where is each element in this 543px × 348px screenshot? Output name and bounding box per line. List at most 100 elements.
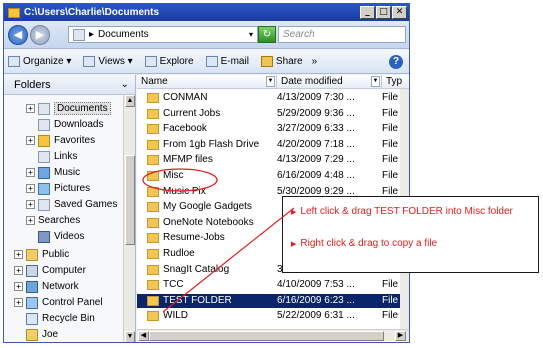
nav-scroll-thumb[interactable]	[125, 155, 135, 245]
tree-item[interactable]: Downloads	[26, 117, 103, 132]
tree-item[interactable]: + Pictures	[26, 181, 90, 196]
saved-games-icon	[38, 198, 50, 211]
address-field[interactable]: ▸ Documents ▾	[68, 26, 258, 43]
expand-icon[interactable]: +	[26, 200, 35, 209]
address-bar: ◀ ▶ ▸ Documents ▾ ↻ Search	[4, 21, 409, 49]
file-row[interactable]: TCC 4/10/2009 7:53 ... File	[137, 278, 400, 292]
tree-item[interactable]: + Saved Games	[26, 197, 117, 212]
column-type[interactable]: Typ	[382, 75, 409, 89]
file-row[interactable]: TEST FOLDER 6/16/2009 6:23 ... File	[137, 293, 400, 308]
file-row[interactable]: Facebook 3/27/2009 6:33 ... File	[137, 122, 400, 136]
chevron-down-icon[interactable]: ⌄	[121, 75, 129, 95]
help-button[interactable]: ?	[389, 54, 403, 69]
file-row[interactable]: Misc 6/16/2009 4:48 ... File	[137, 169, 400, 183]
name-filter-icon[interactable]: ▼	[266, 76, 275, 87]
title-bar[interactable]: C:\Users\Charlie\Documents _ □ ✕	[4, 4, 409, 21]
share-button[interactable]: Share »	[260, 56, 318, 67]
views-label: Views ▾	[98, 56, 133, 67]
videos-icon	[38, 230, 50, 243]
tree-item[interactable]: Joe	[14, 327, 58, 342]
documents-icon	[38, 102, 50, 115]
command-bar: Organize ▾ Views ▾ Explore E-mail Share …	[4, 50, 409, 74]
file-row[interactable]: WILD 5/22/2009 6:31 ... File	[137, 309, 400, 323]
tree-item[interactable]: + Music	[26, 165, 80, 180]
more-commands-icon[interactable]: »	[312, 56, 318, 67]
window-title: C:\Users\Charlie\Documents	[24, 7, 160, 18]
documents-icon	[73, 28, 85, 41]
organize-button[interactable]: Organize ▾	[8, 56, 71, 67]
scroll-up-icon[interactable]: ▲	[125, 95, 135, 107]
file-horizontal-scrollbar[interactable]: ◀ ▶	[137, 329, 409, 341]
folders-header[interactable]: Folders ⌄	[4, 75, 135, 95]
tree-item[interactable]: + Documents	[26, 101, 111, 116]
file-name: Music Pix	[163, 185, 206, 197]
expand-icon[interactable]: +	[14, 282, 23, 291]
back-button[interactable]: ◀	[8, 25, 28, 45]
expand-icon[interactable]: +	[26, 184, 35, 193]
expand-icon[interactable]: +	[14, 298, 23, 307]
file-date: 5/22/2009 6:31 ...	[277, 310, 355, 322]
tree-item[interactable]: + Public	[14, 247, 69, 262]
minimize-button[interactable]: _	[360, 6, 375, 19]
folder-icon	[147, 295, 159, 306]
scroll-down-icon[interactable]: ▼	[125, 331, 135, 342]
explore-button[interactable]: Explore	[144, 56, 194, 67]
file-row[interactable]: CONMAN 4/13/2009 7:30 ... File	[137, 91, 400, 105]
tree-item-label: Control Panel	[42, 297, 103, 308]
folder-icon	[147, 249, 159, 259]
file-type: File	[382, 170, 399, 181]
file-row[interactable]: Current Jobs 5/29/2009 9:36 ... File	[137, 107, 400, 121]
column-name[interactable]: Name ▼	[137, 75, 277, 89]
maximize-button[interactable]: □	[376, 6, 391, 19]
tree-item[interactable]: + Favorites	[26, 133, 95, 148]
expand-icon[interactable]: +	[14, 250, 23, 259]
tree-item[interactable]: Recycle Bin	[14, 311, 95, 326]
tree-item[interactable]: + Searches	[26, 213, 80, 228]
window-controls: _ □ ✕	[360, 6, 407, 19]
expand-icon[interactable]: +	[14, 266, 23, 275]
hscroll-thumb[interactable]	[149, 331, 384, 341]
file-date: 4/13/2009 7:29 ...	[277, 154, 355, 166]
email-button[interactable]: E-mail	[205, 56, 249, 67]
folder-icon	[147, 264, 159, 275]
file-name: SnagIt Catalog	[163, 263, 230, 275]
tree-item[interactable]: + Control Panel	[14, 295, 103, 310]
file-row[interactable]: MFMP files 4/13/2009 7:29 ... File	[137, 153, 400, 167]
expand-icon[interactable]: +	[26, 216, 35, 225]
file-date: 5/30/2009 9:29 ...	[277, 185, 355, 197]
refresh-button[interactable]: ↻	[258, 26, 276, 43]
share-icon	[260, 56, 273, 67]
folder-icon	[147, 233, 159, 244]
forward-button[interactable]: ▶	[30, 25, 50, 45]
file-name: Current Jobs	[163, 107, 221, 119]
close-button[interactable]: ✕	[392, 6, 407, 19]
tree-item-label: Computer	[42, 265, 86, 276]
explorer-window: C:\Users\Charlie\Documents _ □ ✕ ◀ ▶ ▸ D…	[3, 3, 410, 343]
file-name: Facebook	[163, 123, 207, 135]
file-row[interactable]: From 1gb Flash Drive 4/20/2009 7:18 ... Fi…	[137, 138, 400, 152]
date-filter-icon[interactable]: ▼	[371, 76, 380, 87]
expand-icon[interactable]: +	[26, 104, 35, 113]
file-type: File	[382, 310, 399, 322]
views-button[interactable]: Views ▾	[83, 56, 133, 67]
expand-icon[interactable]: +	[26, 136, 35, 145]
scroll-left-icon[interactable]: ◀	[138, 331, 149, 341]
tree-item[interactable]: Videos	[26, 229, 84, 244]
scroll-right-icon[interactable]: ▶	[395, 331, 406, 341]
bullet-icon: ▶	[291, 241, 297, 248]
file-name: TEST FOLDER	[163, 294, 232, 306]
column-headers: Name ▼ Date modified ▼ Typ	[137, 75, 409, 89]
tree-item[interactable]: + Computer	[14, 263, 86, 278]
nav-scrollbar[interactable]: ▲ ▼	[123, 95, 135, 342]
tree-item[interactable]: + Network	[14, 279, 79, 294]
expand-icon[interactable]: +	[26, 168, 35, 177]
tree-item[interactable]: Links	[26, 149, 77, 164]
tree-item-label: Videos	[54, 231, 85, 242]
search-input[interactable]: Search	[278, 26, 406, 43]
address-caret: ▸	[89, 29, 95, 40]
column-date[interactable]: Date modified ▼	[277, 75, 382, 89]
column-type-label: Typ	[386, 76, 403, 87]
folder-icon	[147, 280, 159, 291]
address-dropdown-icon[interactable]: ▾	[249, 30, 253, 39]
explore-icon	[144, 56, 157, 67]
